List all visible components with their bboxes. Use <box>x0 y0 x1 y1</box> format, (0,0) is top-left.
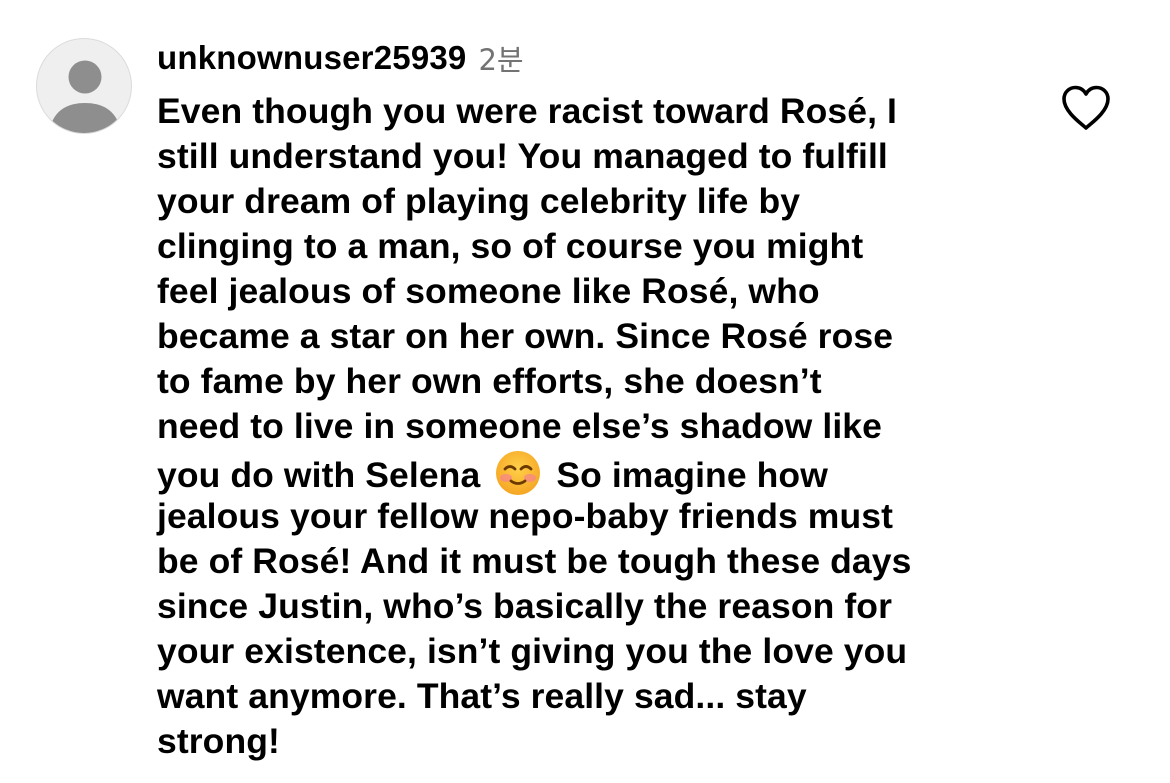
comment-line: strong! <box>157 721 280 761</box>
username-link[interactable]: unknownuser25939 <box>157 39 466 77</box>
comment-line: you do with Selena So imagine how <box>157 449 1027 497</box>
comment-line: need to live in someone else’s shadow li… <box>157 406 882 446</box>
comment-item: unknownuser25939 2분 Even though you were… <box>0 0 1170 783</box>
default-person-icon <box>49 60 121 133</box>
comment-text: Even though you were racist toward Rosé,… <box>157 89 1027 764</box>
comment-line: clinging to a man, so of course you migh… <box>157 226 864 266</box>
comment-line: to fame by her own efforts, she doesn’t <box>157 361 822 401</box>
comment-line: jealous your fellow nepo-baby friends mu… <box>157 496 894 536</box>
heart-outline-icon <box>1062 85 1110 130</box>
comment-line: feel jealous of someone like Rosé, who <box>157 271 820 311</box>
comment-line: still understand you! You managed to ful… <box>157 136 888 176</box>
like-button[interactable] <box>1060 84 1112 132</box>
smiling-face-emoji-icon <box>494 449 542 497</box>
comment-header: unknownuser25939 2분 <box>157 36 524 80</box>
user-avatar[interactable] <box>36 38 132 134</box>
comment-line-segment: you do with Selena <box>157 455 481 495</box>
comment-timestamp: 2분 <box>478 43 524 77</box>
comment-line: became a star on her own. Since Rosé ros… <box>157 316 894 356</box>
comment-line: your existence, isn’t giving you the lov… <box>157 631 908 671</box>
comment-line-segment: So imagine how <box>556 455 828 495</box>
comment-line: since Justin, who’s basically the reason… <box>157 586 893 626</box>
comment-line: be of Rosé! And it must be tough these d… <box>157 541 912 581</box>
comment-line: want anymore. That’s really sad... stay <box>157 676 807 716</box>
comment-line: your dream of playing celebrity life by <box>157 181 801 221</box>
comment-line: Even though you were racist toward Rosé,… <box>157 91 897 131</box>
